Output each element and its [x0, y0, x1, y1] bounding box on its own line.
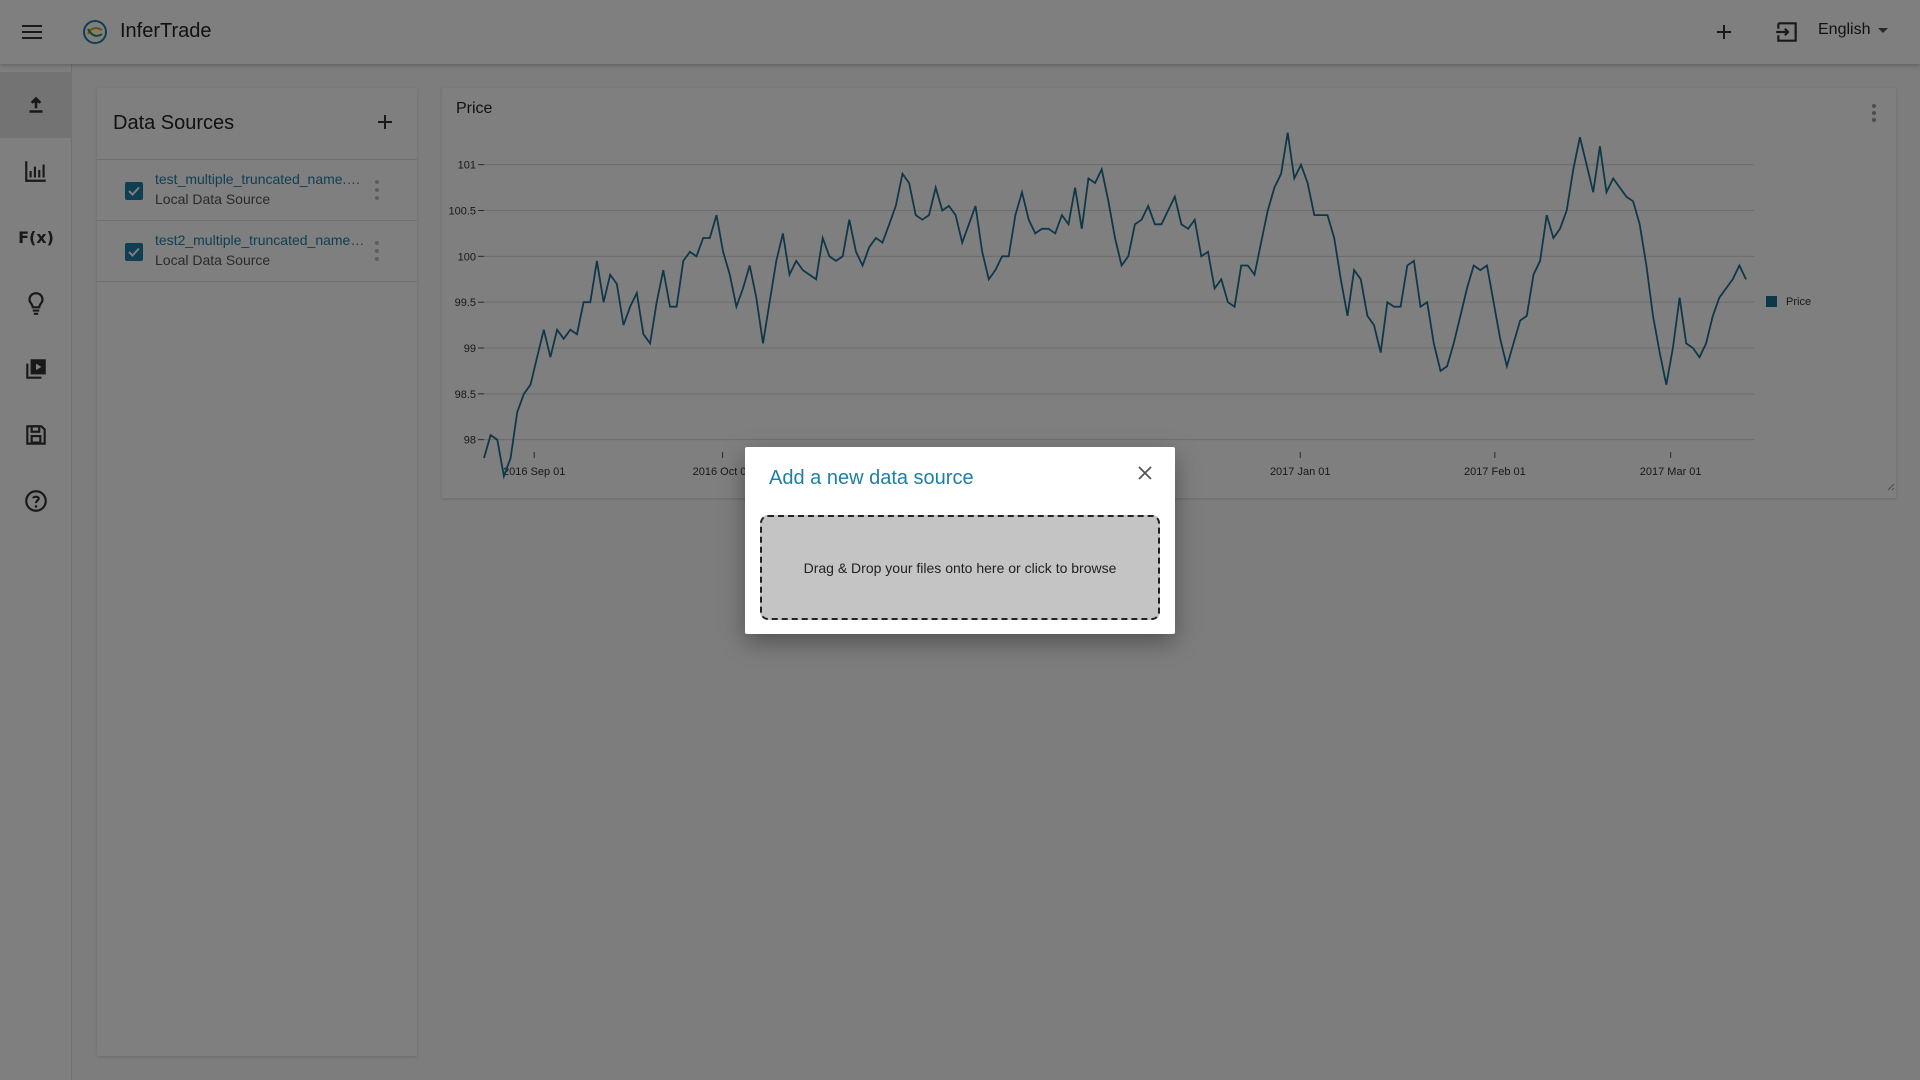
close-icon[interactable] [1133, 461, 1157, 485]
file-dropzone[interactable]: Drag & Drop your files onto here or clic… [760, 515, 1160, 620]
add-data-source-dialog: Add a new data source Drag & Drop your f… [745, 447, 1175, 634]
dialog-title: Add a new data source [769, 467, 974, 489]
dropzone-text: Drag & Drop your files onto here or clic… [803, 559, 1117, 576]
